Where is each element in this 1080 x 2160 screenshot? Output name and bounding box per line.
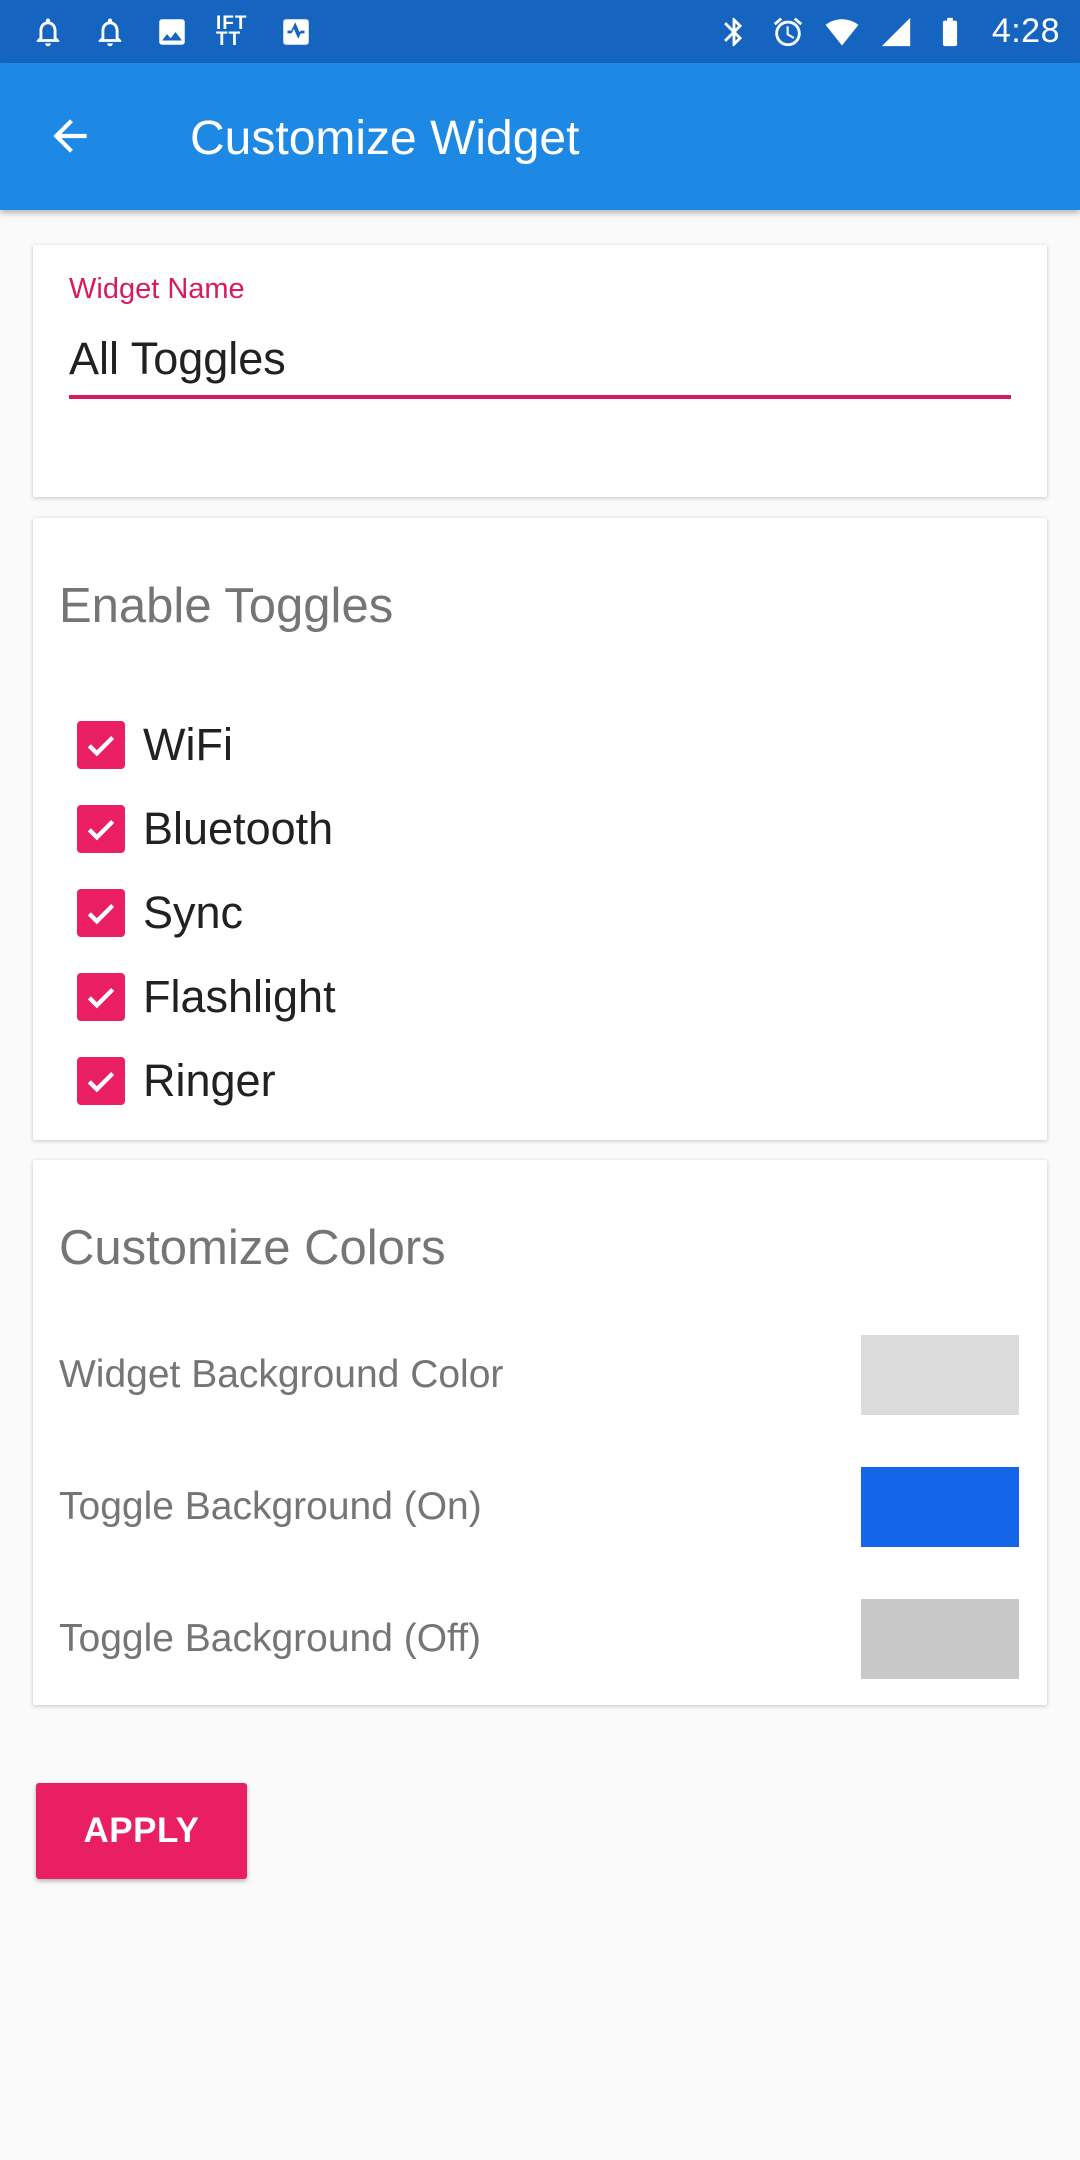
bell-icon xyxy=(30,14,66,50)
alarm-icon xyxy=(770,14,806,50)
toggle-label: Sync xyxy=(143,887,244,938)
customize-colors-card: Customize Colors Widget Background Color… xyxy=(33,1160,1047,1705)
color-label: Toggle Background (On) xyxy=(59,1485,482,1528)
toggle-ringer[interactable]: Ringer xyxy=(77,1039,336,1123)
color-row-widget-background: Widget Background Color xyxy=(59,1335,1019,1415)
bluetooth-icon xyxy=(716,14,752,50)
widget-name-input[interactable]: All Toggles xyxy=(69,333,286,385)
checkbox-checked-icon[interactable] xyxy=(77,889,125,937)
section-title-toggles: Enable Toggles xyxy=(59,579,394,633)
toggle-flashlight[interactable]: Flashlight xyxy=(77,955,336,1039)
checkbox-checked-icon[interactable] xyxy=(77,805,125,853)
checkbox-checked-icon[interactable] xyxy=(77,973,125,1021)
toggle-label: Ringer xyxy=(143,1055,276,1106)
bell-icon xyxy=(92,14,128,50)
enable-toggles-card: Enable Toggles WiFi Bluetooth Sync Flash… xyxy=(33,518,1047,1140)
page-title: Customize Widget xyxy=(190,112,580,165)
status-bar: IFT TT 4:28 xyxy=(0,0,1080,63)
color-label: Toggle Background (Off) xyxy=(59,1617,482,1660)
toggle-label: Flashlight xyxy=(143,971,336,1022)
section-title-colors: Customize Colors xyxy=(59,1221,446,1275)
toggle-label: Bluetooth xyxy=(143,803,334,854)
toggle-wifi[interactable]: WiFi xyxy=(77,703,336,787)
checkbox-checked-icon[interactable] xyxy=(77,721,125,769)
activity-icon xyxy=(278,14,314,50)
color-label: Widget Background Color xyxy=(59,1353,504,1396)
color-swatch[interactable] xyxy=(861,1599,1019,1679)
checkbox-checked-icon[interactable] xyxy=(77,1057,125,1105)
system-icons: 4:28 xyxy=(716,0,1060,63)
color-row-toggle-on: Toggle Background (On) xyxy=(59,1467,1019,1547)
wifi-icon xyxy=(824,14,860,50)
apply-button[interactable]: APPLY xyxy=(36,1783,247,1879)
toggle-list: WiFi Bluetooth Sync Flashlight Ringer xyxy=(77,703,336,1123)
widget-name-card: Widget Name All Toggles xyxy=(33,245,1047,497)
signal-icon xyxy=(878,14,914,50)
ifttt-icon: IFT TT xyxy=(216,12,248,50)
toggle-label: WiFi xyxy=(143,719,233,770)
notification-icons: IFT TT xyxy=(30,0,314,63)
image-icon xyxy=(154,14,190,50)
back-button[interactable] xyxy=(38,104,102,168)
color-swatch[interactable] xyxy=(861,1335,1019,1415)
widget-name-label: Widget Name xyxy=(69,273,245,305)
toggle-sync[interactable]: Sync xyxy=(77,871,336,955)
status-time: 4:28 xyxy=(991,12,1060,50)
widget-name-underline xyxy=(69,395,1011,399)
color-swatch[interactable] xyxy=(861,1467,1019,1547)
arrow-back-icon xyxy=(53,119,87,153)
toggle-bluetooth[interactable]: Bluetooth xyxy=(77,787,336,871)
color-row-toggle-off: Toggle Background (Off) xyxy=(59,1599,1019,1679)
battery-icon xyxy=(932,14,968,50)
app-bar: Customize Widget xyxy=(0,63,1080,210)
